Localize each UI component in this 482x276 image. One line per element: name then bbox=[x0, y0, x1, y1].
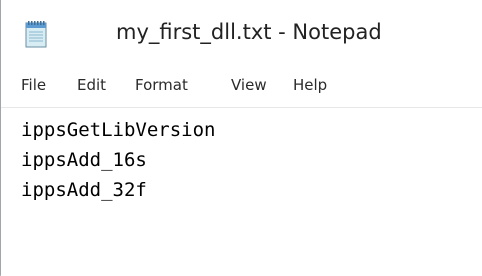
menu-bar: File Edit Format View Help bbox=[1, 62, 482, 108]
menu-help[interactable]: Help bbox=[293, 76, 327, 94]
menu-format[interactable]: Format bbox=[135, 76, 188, 94]
menu-file[interactable]: File bbox=[21, 76, 46, 94]
title-bar[interactable]: my_first_dll.txt - Notepad bbox=[1, 0, 482, 62]
text-line: ippsAdd_32f bbox=[21, 179, 147, 201]
text-editor-area[interactable]: ippsGetLibVersion ippsAdd_16s ippsAdd_32… bbox=[1, 108, 482, 276]
window-title: my_first_dll.txt - Notepad bbox=[116, 20, 382, 44]
notepad-icon[interactable] bbox=[22, 20, 52, 48]
notepad-window: my_first_dll.txt - Notepad File Edit For… bbox=[0, 0, 482, 276]
menu-edit[interactable]: Edit bbox=[77, 76, 106, 94]
text-line: ippsAdd_16s bbox=[21, 149, 147, 171]
menu-view[interactable]: View bbox=[231, 76, 267, 94]
text-line: ippsGetLibVersion bbox=[21, 119, 216, 141]
